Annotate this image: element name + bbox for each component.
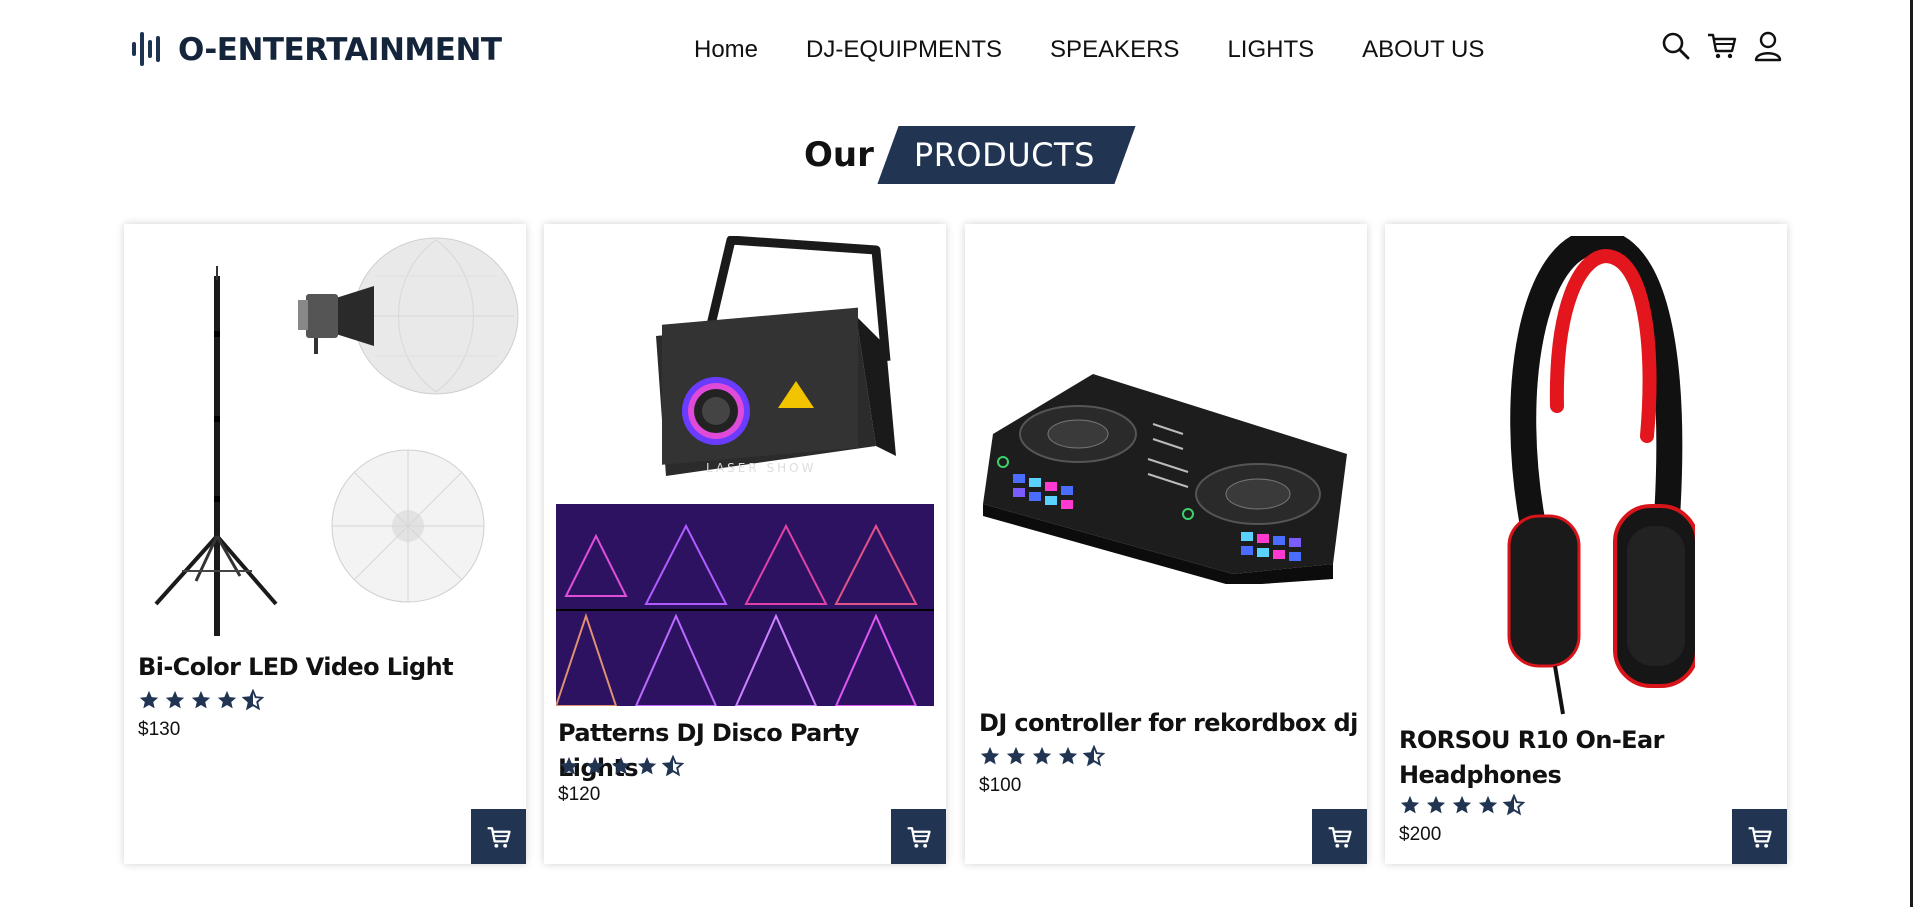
- product-price: $120: [558, 784, 601, 805]
- star-icon: [191, 690, 211, 709]
- nav-item-speakers[interactable]: SPEAKERS: [1050, 36, 1179, 64]
- star-icon: [217, 690, 237, 709]
- cart-icon: [487, 826, 511, 848]
- product-rating: [979, 745, 1105, 767]
- brand-logo[interactable]: O-ENTERTAINMENT: [130, 30, 502, 70]
- laser-show-projector-image: LASER SHOW: [556, 236, 934, 706]
- light-stand-softbox-image: [154, 237, 519, 636]
- add-to-cart-button[interactable]: [1732, 809, 1787, 864]
- svg-text:LASER SHOW: LASER SHOW: [706, 461, 816, 475]
- product-price: $100: [979, 775, 1022, 796]
- star-icon: [559, 756, 579, 775]
- product-card[interactable]: DJ controller for rekordbox dj $100: [965, 224, 1367, 864]
- logo-waveform-icon: [130, 30, 174, 70]
- product-price: $200: [1399, 824, 1442, 845]
- red-black-headphones-image: [1507, 236, 1695, 715]
- star-half-icon: [1503, 794, 1525, 816]
- product-price: $130: [138, 719, 181, 740]
- product-rating: [1399, 794, 1525, 816]
- star-icon: [1426, 795, 1446, 814]
- cart-icon: [1748, 826, 1772, 848]
- product-name[interactable]: Bi-Color LED Video Light: [138, 650, 454, 685]
- star-icon: [637, 756, 657, 775]
- user-icon[interactable]: [1752, 30, 1784, 62]
- star-icon: [139, 690, 159, 709]
- star-icon: [611, 756, 631, 775]
- nav-item-about-us[interactable]: ABOUT US: [1362, 36, 1484, 64]
- add-to-cart-button[interactable]: [891, 809, 946, 864]
- add-to-cart-button[interactable]: [471, 809, 526, 864]
- star-icon: [1032, 746, 1052, 765]
- search-icon[interactable]: [1660, 30, 1692, 62]
- cart-icon[interactable]: [1706, 30, 1738, 62]
- star-icon: [1478, 795, 1498, 814]
- nav-item-dj-equipments[interactable]: DJ-EQUIPMENTS: [806, 36, 1002, 64]
- star-icon: [980, 746, 1000, 765]
- star-icon: [1400, 795, 1420, 814]
- star-icon: [1006, 746, 1026, 765]
- star-half-icon: [1083, 745, 1105, 767]
- cart-icon: [907, 826, 931, 848]
- star-icon: [585, 756, 605, 775]
- product-card[interactable]: LASER SHOW Patterns DJ Disco Party Light…: [544, 224, 946, 864]
- star-half-icon: [242, 689, 264, 711]
- nav-item-home[interactable]: Home: [694, 36, 758, 64]
- header-icons: [1660, 30, 1784, 62]
- product-name[interactable]: RORSOU R10 On-Ear Headphones: [1399, 723, 1699, 793]
- site-header: O-ENTERTAINMENT Home DJ-EQUIPMENTS SPEAK…: [0, 0, 1910, 100]
- star-icon: [165, 690, 185, 709]
- product-name[interactable]: DJ controller for rekordbox dj: [979, 706, 1358, 741]
- nav-item-lights[interactable]: LIGHTS: [1227, 36, 1314, 64]
- star-icon: [1452, 795, 1472, 814]
- section-title-badge: PRODUCTS: [888, 126, 1125, 184]
- cart-icon: [1328, 826, 1352, 848]
- section-title-plain: Our: [804, 135, 874, 175]
- star-icon: [1058, 746, 1078, 765]
- product-card[interactable]: RORSOU R10 On-Ear Headphones $200: [1385, 224, 1787, 864]
- section-title: Our PRODUCTS: [804, 126, 1125, 184]
- section-title-badge-text: PRODUCTS: [913, 136, 1095, 174]
- product-card[interactable]: Bi-Color LED Video Light $130: [124, 224, 526, 864]
- dj-controller-image: [983, 374, 1347, 584]
- product-rating: [558, 755, 684, 777]
- add-to-cart-button[interactable]: [1312, 809, 1367, 864]
- star-half-icon: [662, 755, 684, 777]
- product-rating: [138, 689, 264, 711]
- main-nav: Home DJ-EQUIPMENTS SPEAKERS LIGHTS ABOUT…: [694, 36, 1532, 64]
- brand-name: O-ENTERTAINMENT: [178, 32, 502, 68]
